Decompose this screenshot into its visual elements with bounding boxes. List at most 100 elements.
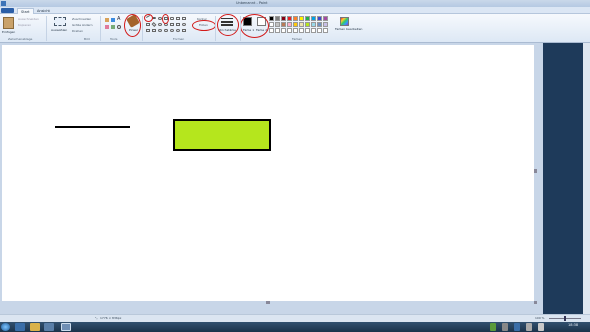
annotation-circle-size: [217, 14, 239, 36]
rotate-button[interactable]: Drehen: [72, 29, 83, 33]
annotation-circle-brushes: [124, 14, 141, 37]
start-button[interactable]: [1, 323, 10, 331]
palette-swatch[interactable]: [269, 16, 274, 21]
ribbon-separator: [240, 16, 241, 41]
annotation-circle-colors: [240, 14, 269, 38]
pencil-icon[interactable]: [105, 18, 109, 22]
palette-swatch[interactable]: [299, 28, 304, 33]
palette-swatch[interactable]: [305, 28, 310, 33]
diamond-shape-icon[interactable]: [151, 22, 157, 27]
triangle-shape-icon[interactable]: [182, 17, 186, 20]
vertical-scrollbar[interactable]: [583, 43, 590, 314]
cut-button[interactable]: Ausschneiden: [18, 17, 39, 21]
annotation-circle-rectangle: [162, 14, 169, 24]
arrow-right-shape-icon[interactable]: [170, 23, 174, 26]
pentagon-shape-icon[interactable]: [158, 23, 162, 26]
drawn-rectangle: [173, 119, 271, 151]
resize-handle-right[interactable]: [534, 169, 537, 173]
palette-swatch[interactable]: [317, 28, 322, 33]
edit-colors-icon[interactable]: [340, 17, 349, 26]
palette-swatch[interactable]: [305, 16, 310, 21]
arrow-down-shape-icon[interactable]: [152, 29, 156, 32]
taskbar-paint-icon[interactable]: [61, 323, 71, 331]
palette-swatch[interactable]: [275, 16, 280, 21]
palette-swatch[interactable]: [287, 22, 292, 27]
callout-oval-shape-icon[interactable]: [170, 29, 174, 32]
palette-swatch[interactable]: [281, 28, 286, 33]
select-button[interactable]: Auswählen: [51, 28, 67, 32]
zoom-slider-thumb[interactable]: [564, 316, 566, 321]
paint-app-icon[interactable]: [1, 1, 6, 6]
magnifier-icon[interactable]: [117, 25, 121, 29]
ribbon-separator: [100, 16, 101, 41]
palette-swatch[interactable]: [269, 22, 274, 27]
palette-swatch[interactable]: [281, 22, 286, 27]
paste-icon[interactable]: [3, 17, 14, 29]
zoom-level: 100 %: [535, 316, 545, 320]
polygon-shape-icon[interactable]: [176, 17, 180, 20]
ribbon-separator: [46, 16, 47, 41]
tray-icon[interactable]: [526, 323, 532, 331]
clock: 18:38: [568, 323, 579, 327]
annotation-circle-oval: [144, 14, 153, 22]
tray-icon[interactable]: [514, 323, 520, 331]
arrow-up-shape-icon[interactable]: [146, 29, 150, 32]
star-four-shape-icon[interactable]: [158, 29, 162, 32]
ribbon-tab-bar: [0, 7, 590, 14]
palette-swatch[interactable]: [293, 28, 298, 33]
eraser-icon[interactable]: [105, 25, 109, 29]
crop-button[interactable]: Zuschneiden: [72, 17, 91, 21]
right-triangle-shape-icon[interactable]: [146, 23, 150, 26]
palette-swatch[interactable]: [323, 28, 328, 33]
taskbar-ie-icon[interactable]: [15, 323, 25, 331]
palette-swatch[interactable]: [293, 16, 298, 21]
rounded-rectangle-shape-icon[interactable]: [170, 17, 174, 20]
palette-swatch[interactable]: [311, 22, 316, 27]
copy-button[interactable]: Kopieren: [18, 23, 31, 27]
palette-swatch[interactable]: [275, 22, 280, 27]
palette-swatch[interactable]: [323, 22, 328, 27]
callout-rect-shape-icon[interactable]: [164, 29, 168, 32]
palette-swatch[interactable]: [311, 16, 316, 21]
clipboard-group-label: Zwischenablage: [8, 37, 33, 41]
tools-group-label: Tools: [110, 37, 118, 41]
tray-icon[interactable]: [490, 323, 496, 331]
palette-swatch[interactable]: [293, 22, 298, 27]
heart-shape-icon[interactable]: [182, 29, 186, 32]
palette-swatch[interactable]: [311, 28, 316, 33]
drawn-line: [55, 126, 130, 128]
tray-icon[interactable]: [502, 323, 508, 331]
palette-swatch[interactable]: [323, 16, 328, 21]
tray-icon[interactable]: [538, 323, 544, 331]
select-icon[interactable]: [54, 17, 66, 26]
palette-swatch[interactable]: [317, 22, 322, 27]
resize-button[interactable]: Größe ändern: [72, 23, 93, 27]
text-icon[interactable]: A: [117, 17, 120, 22]
palette-swatch[interactable]: [299, 16, 304, 21]
color-palette: [269, 16, 331, 36]
resize-handle-bottom[interactable]: [266, 301, 270, 304]
star-shape-icon[interactable]: [182, 23, 186, 26]
palette-swatch[interactable]: [299, 22, 304, 27]
paint-menu-button[interactable]: [1, 8, 14, 13]
ribbon: Einfügen Ausschneiden Kopieren Zwischena…: [0, 14, 590, 43]
palette-swatch[interactable]: [281, 16, 286, 21]
palette-swatch[interactable]: [287, 16, 292, 21]
palette-swatch[interactable]: [305, 22, 310, 27]
palette-swatch[interactable]: [317, 16, 322, 21]
edit-colors-button[interactable]: Farben bearbeiten: [335, 27, 362, 31]
drawing-canvas[interactable]: [2, 45, 534, 301]
shapes-group-label: Formen: [173, 37, 185, 41]
palette-swatch[interactable]: [275, 28, 280, 33]
paste-button[interactable]: Einfügen: [2, 30, 15, 34]
taskbar-media-icon[interactable]: [44, 323, 54, 331]
resize-handle-corner[interactable]: [534, 301, 537, 304]
taskbar-explorer-icon[interactable]: [30, 323, 40, 331]
palette-swatch[interactable]: [287, 28, 292, 33]
color-picker-icon[interactable]: [111, 25, 115, 29]
palette-swatch[interactable]: [269, 28, 274, 33]
arrow-left-shape-icon[interactable]: [176, 23, 180, 26]
title-bar: Unbenannt - Paint: [0, 0, 590, 7]
callout-cloud-shape-icon[interactable]: [176, 29, 180, 32]
fill-icon[interactable]: [111, 18, 115, 22]
